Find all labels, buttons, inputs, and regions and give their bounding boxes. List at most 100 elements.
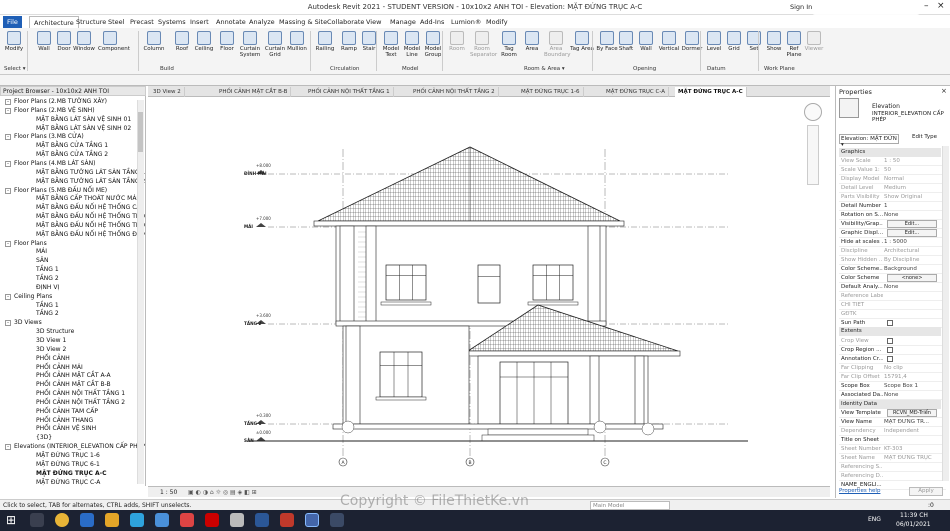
property-row[interactable]: GĐTK [839,310,946,319]
property-row[interactable]: Display Model Normal [839,175,946,185]
edit-type-button[interactable]: Edit Type [912,134,937,140]
tool-button[interactable]: Mullion [285,30,309,66]
property-row[interactable]: CHI TIẾT [839,301,946,310]
property-checkbox[interactable] [887,355,893,362]
view-tab[interactable]: PHỐI CẢNH NỘI THẤT TẦNG 1 [305,87,394,97]
tree-collapse-toggle[interactable]: - [5,99,11,105]
property-value[interactable]: None [884,284,944,290]
property-row[interactable]: Show Hidden ... By Discipline [839,256,946,265]
browser-view-item[interactable]: MẶT BẰNG TƯỜNG LÁT SÀN TẦNG 1 [36,169,145,176]
browser-category[interactable]: Floor Plans (4.MB LÁT SÀN) [14,160,95,167]
ribbon-tab[interactable]: Modify [482,16,512,28]
browser-view-item[interactable]: PHỐI CẢNH [36,355,70,362]
design-option-select[interactable]: Main Model [590,501,670,510]
property-checkbox[interactable] [887,346,893,353]
tool-button[interactable]: Stair [357,30,381,66]
tool-button[interactable]: Viewer [802,30,826,66]
browser-view-item[interactable]: TẦNG 2 [36,275,59,282]
tree-collapse-toggle[interactable]: - [5,160,11,167]
tool-button[interactable]: Room [445,30,469,66]
ribbon-tab[interactable]: File [3,16,22,28]
property-row[interactable]: Far Clipping No clip [839,364,946,373]
tool-button[interactable]: Curtain System [238,30,262,66]
project-browser-scroll-thumb[interactable] [138,112,143,152]
browser-view-item[interactable]: PHỐI CẢNH MẶT CẮT A-A [36,372,111,379]
property-value[interactable]: Medium [884,185,944,191]
tool-button[interactable]: Wall [634,30,658,66]
ribbon-tab[interactable]: Lumion® [447,16,485,28]
property-row[interactable]: Sun Path [839,319,946,328]
property-checkbox[interactable] [887,337,893,344]
close-icon[interactable]: × [941,87,947,95]
ribbon-tab[interactable]: Systems [154,16,190,28]
browser-view-item[interactable]: PHỐI CẢNH TAM CẤP [36,408,98,415]
properties-section-header[interactable]: Extents [839,327,941,337]
browser-view-item[interactable]: TẦNG 1 [36,266,59,273]
property-value[interactable]: MẶT ĐỨNG TRỤC [884,455,944,461]
browser-category[interactable]: Floor Plans [14,240,47,247]
property-value[interactable]: 1 [884,203,944,209]
browser-view-item[interactable]: MẶT ĐỨNG TRỤC C-A [36,479,100,486]
tool-button[interactable]: Component [98,30,130,66]
property-value[interactable]: 1 : 50 [884,158,944,164]
pdf-icon[interactable] [205,513,219,527]
browser-category[interactable]: Floor Plans (5.MB ĐẤU NỐI ME) [14,187,107,194]
tree-collapse-toggle[interactable]: - [5,107,11,114]
property-value[interactable]: 50 [884,167,944,173]
skype-icon[interactable] [80,513,94,527]
view-cube-icon[interactable] [804,103,822,121]
browser-view-item[interactable]: MẶT BẰNG LÁT SÀN VỆ SINH 02 [36,125,131,132]
ribbon-tab[interactable]: Add-Ins [416,16,448,28]
browser-view-item[interactable]: MẶT BẰNG ĐẤU NỐI HỆ THỐNG CẤP N [36,204,145,211]
property-value[interactable]: MẶT ĐỨNG TR... [884,419,944,425]
chrome-icon[interactable] [55,513,69,527]
property-row[interactable]: Crop Region ... [839,346,946,355]
view-tab[interactable]: 3D View 2 [150,87,185,97]
close-icon[interactable]: × [937,1,945,11]
tool-button[interactable]: Modify [2,30,26,66]
property-edit-button[interactable]: <none> [887,273,937,282]
property-row[interactable]: Parts Visibility Show Original [839,193,946,203]
view-scale[interactable]: 1 : 50 [160,489,177,496]
autocad-icon[interactable] [280,513,294,527]
property-row[interactable]: Referencing S... [839,463,946,472]
property-value[interactable]: By Discipline [884,257,944,263]
property-edit-button[interactable]: Edit... [887,229,937,237]
tool-button[interactable]: Curtain Grid [263,30,287,66]
tree-collapse-toggle[interactable]: - [5,293,11,300]
property-value[interactable]: Normal [884,176,944,182]
browser-view-item[interactable]: MÁI [36,248,47,255]
lumion-icon[interactable] [330,513,344,527]
file-explorer-icon[interactable] [105,513,119,527]
browser-category[interactable]: Floor Plans (2.MB TƯỜNG XÂY) [14,98,107,105]
tool-button[interactable]: Floor [215,30,239,66]
property-row[interactable]: Reference Label [839,292,946,301]
browser-view-item[interactable]: PHỐI CẢNH MÁI [36,364,83,371]
ribbon-tab[interactable]: Analyze [245,16,279,28]
sign-in[interactable]: Sign In [790,3,812,11]
ribbon-tab[interactable]: Steel [104,16,128,28]
tool-button[interactable]: Tag Room [497,30,521,66]
browser-category[interactable]: Floor Plans (2.MB VỆ SINH) [14,107,95,114]
browser-view-item[interactable]: TẦNG 2 [36,310,59,317]
browser-view-item[interactable]: PHỐI CẢNH NỘI THẤT TẦNG 2 [36,399,125,406]
property-value[interactable]: KT-303 [884,446,944,452]
browser-view-item[interactable]: MẶT BẰNG CẤP THOÁT NƯỚC MÁI [36,195,138,202]
clock-time[interactable]: 11:39 CH [900,512,928,519]
view-tab[interactable]: PHỐI CẢNH MẶT CẮT B-B [216,87,292,97]
browser-view-item[interactable]: MẶT ĐỨNG TRỤC 6-1 [36,461,100,468]
drawing-canvas[interactable]: +8.000 ĐỈNH MÁI +7.000 MÁI +3.600 TẦNG 2 +0.30… [148,97,828,486]
browser-view-item[interactable]: 3D Structure [36,328,74,335]
apply-button[interactable]: Apply [909,487,943,496]
tree-collapse-toggle[interactable]: - [5,444,11,451]
property-value[interactable]: Background [884,266,944,272]
properties-section-header[interactable]: Graphics [839,148,941,157]
tool-button[interactable]: Roof [170,30,194,66]
minimize-icon[interactable]: – [924,1,929,11]
property-row[interactable]: Visibility/Grap... Edit... [839,220,946,230]
browser-view-item[interactable]: TẦNG 1 [36,302,59,309]
browser-view-item[interactable]: ĐỊNH VỊ [36,284,59,291]
app-icon-2[interactable] [230,513,244,527]
property-value[interactable]: 1 : 5000 [884,239,944,245]
browser-category[interactable]: Floor Plans (3.MB CỬA) [14,133,84,140]
